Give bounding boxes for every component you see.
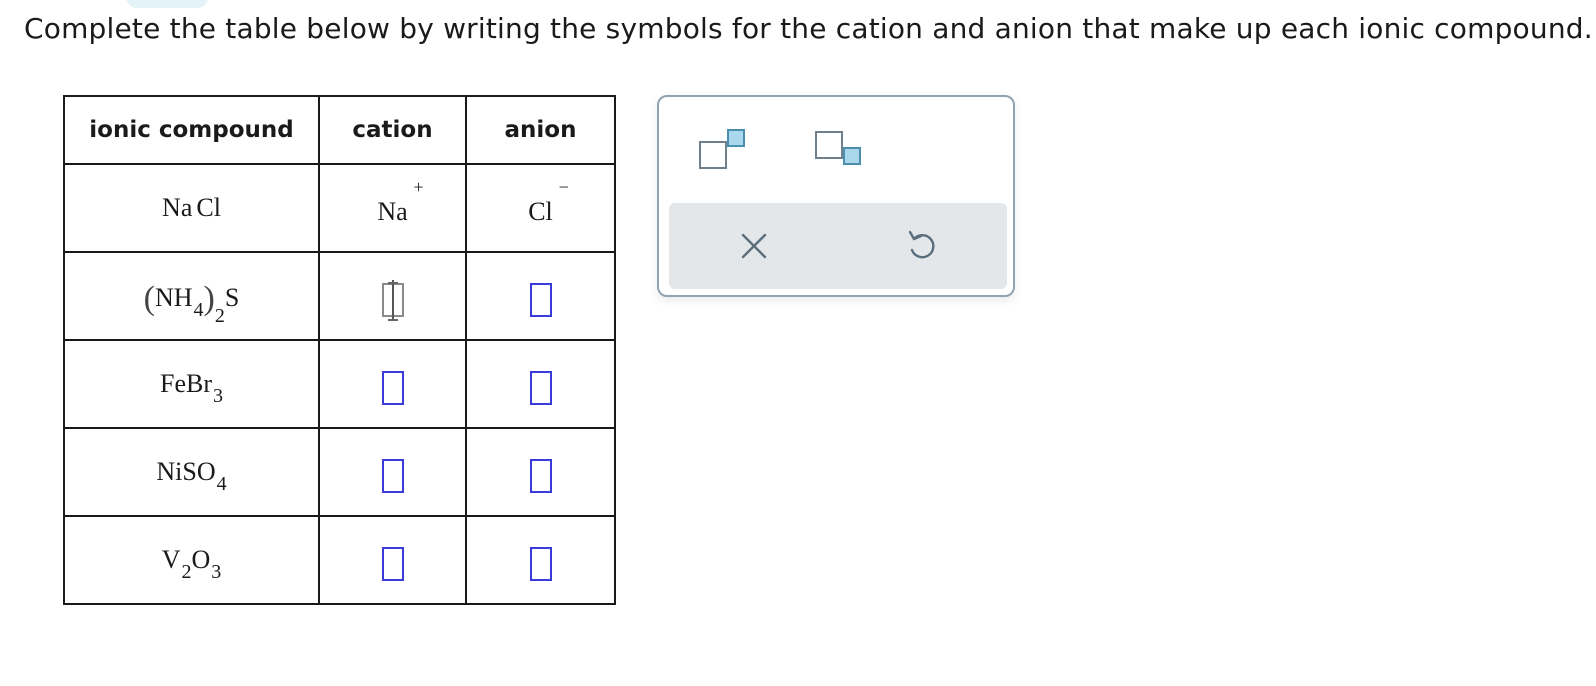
anion-answer-input[interactable] — [529, 459, 552, 493]
element-symbol: S — [182, 457, 197, 486]
element-symbol: H — [173, 283, 193, 312]
cation-cell — [318, 427, 467, 517]
cation-answer-input[interactable] — [381, 459, 404, 493]
ion-symbol-text: Na — [377, 197, 408, 226]
table-row: NiSO4 — [63, 427, 616, 517]
ions-table: ionic compound cation anion Na Cl Na + Cl − (N… — [63, 95, 616, 605]
superscript-button[interactable] — [697, 125, 767, 175]
ion-charge: + — [413, 177, 424, 197]
subscript-number: 4 — [216, 473, 227, 495]
subscript-number: 2 — [181, 561, 192, 583]
subscript-number: 4 — [193, 299, 204, 321]
anion-cell — [465, 515, 616, 605]
subscript-number: 3 — [213, 385, 223, 407]
cation-answer-input[interactable] — [381, 371, 404, 405]
element-symbol: Br — [186, 369, 212, 398]
formula-palette — [657, 95, 1015, 297]
header-ionic-compound: ionic compound — [63, 95, 320, 165]
element-symbol: Na — [162, 193, 193, 222]
table-header-row: ionic compound cation anion — [63, 95, 616, 165]
element-symbol: Fe — [160, 369, 186, 398]
cation-cell — [318, 339, 467, 429]
instructions-text: Complete the table below by writing the … — [24, 12, 1596, 45]
anion-symbol: Cl − — [528, 177, 569, 227]
anion-answer-input[interactable] — [529, 371, 552, 405]
compound-cell: Na Cl — [63, 163, 320, 253]
subscript-number: 3 — [211, 561, 222, 583]
base-box-icon — [815, 131, 843, 159]
cation-answer-input[interactable] — [381, 280, 404, 320]
clear-button[interactable] — [729, 221, 779, 271]
element-symbol: O — [196, 457, 216, 486]
group-subscript-number: 2 — [214, 305, 225, 327]
base-box-icon — [699, 141, 727, 169]
anion-cell — [465, 339, 616, 429]
compound-cell: FeBr3 — [63, 339, 320, 429]
cation-cell — [318, 515, 467, 605]
table-row: (NH4)2S — [63, 251, 616, 341]
compound-formula: (NH4)2S — [144, 279, 240, 327]
compound-formula: Na Cl — [162, 195, 221, 221]
superscript-box-icon — [727, 129, 745, 147]
header-anion: anion — [465, 95, 616, 165]
top-tab-pill — [126, 0, 208, 8]
element-symbol: V — [161, 545, 181, 574]
cation-answer-input[interactable] — [381, 547, 404, 581]
parenthesis: ) — [203, 280, 215, 317]
anion-answer-input[interactable] — [529, 547, 552, 581]
anion-cell: Cl − — [465, 163, 616, 253]
header-cation: cation — [318, 95, 467, 165]
anion-cell — [465, 427, 616, 517]
ion-charge: − — [558, 177, 569, 197]
palette-actions-bar — [669, 203, 1007, 289]
ion-symbol-text: Cl — [528, 197, 553, 226]
table-row: FeBr3 — [63, 339, 616, 429]
subscript-box-icon — [843, 147, 861, 165]
element-symbol: S — [224, 283, 240, 312]
compound-formula: FeBr3 — [160, 369, 223, 407]
anion-cell — [465, 251, 616, 341]
parenthesis: ( — [143, 280, 155, 317]
element-symbol: Ni — [156, 457, 183, 486]
close-icon — [741, 233, 767, 259]
cation-cell: Na + — [318, 163, 467, 253]
compound-cell: (NH4)2S — [63, 251, 320, 341]
element-symbol: O — [191, 545, 211, 574]
cation-symbol: Na + — [377, 177, 423, 227]
subscript-button[interactable] — [811, 125, 881, 175]
compound-cell: V2O3 — [63, 515, 320, 605]
compound-formula: V2O3 — [161, 545, 222, 583]
element-symbol: N — [154, 283, 174, 312]
element-symbol: Cl — [196, 193, 221, 222]
compound-formula: NiSO4 — [156, 457, 226, 495]
table-row: Na Cl Na + Cl − — [63, 163, 616, 253]
cation-cell — [318, 251, 467, 341]
undo-icon — [908, 230, 935, 259]
anion-answer-input[interactable] — [529, 283, 552, 317]
table-row: V2O3 — [63, 515, 616, 605]
compound-cell: NiSO4 — [63, 427, 320, 517]
undo-button[interactable] — [897, 221, 947, 271]
